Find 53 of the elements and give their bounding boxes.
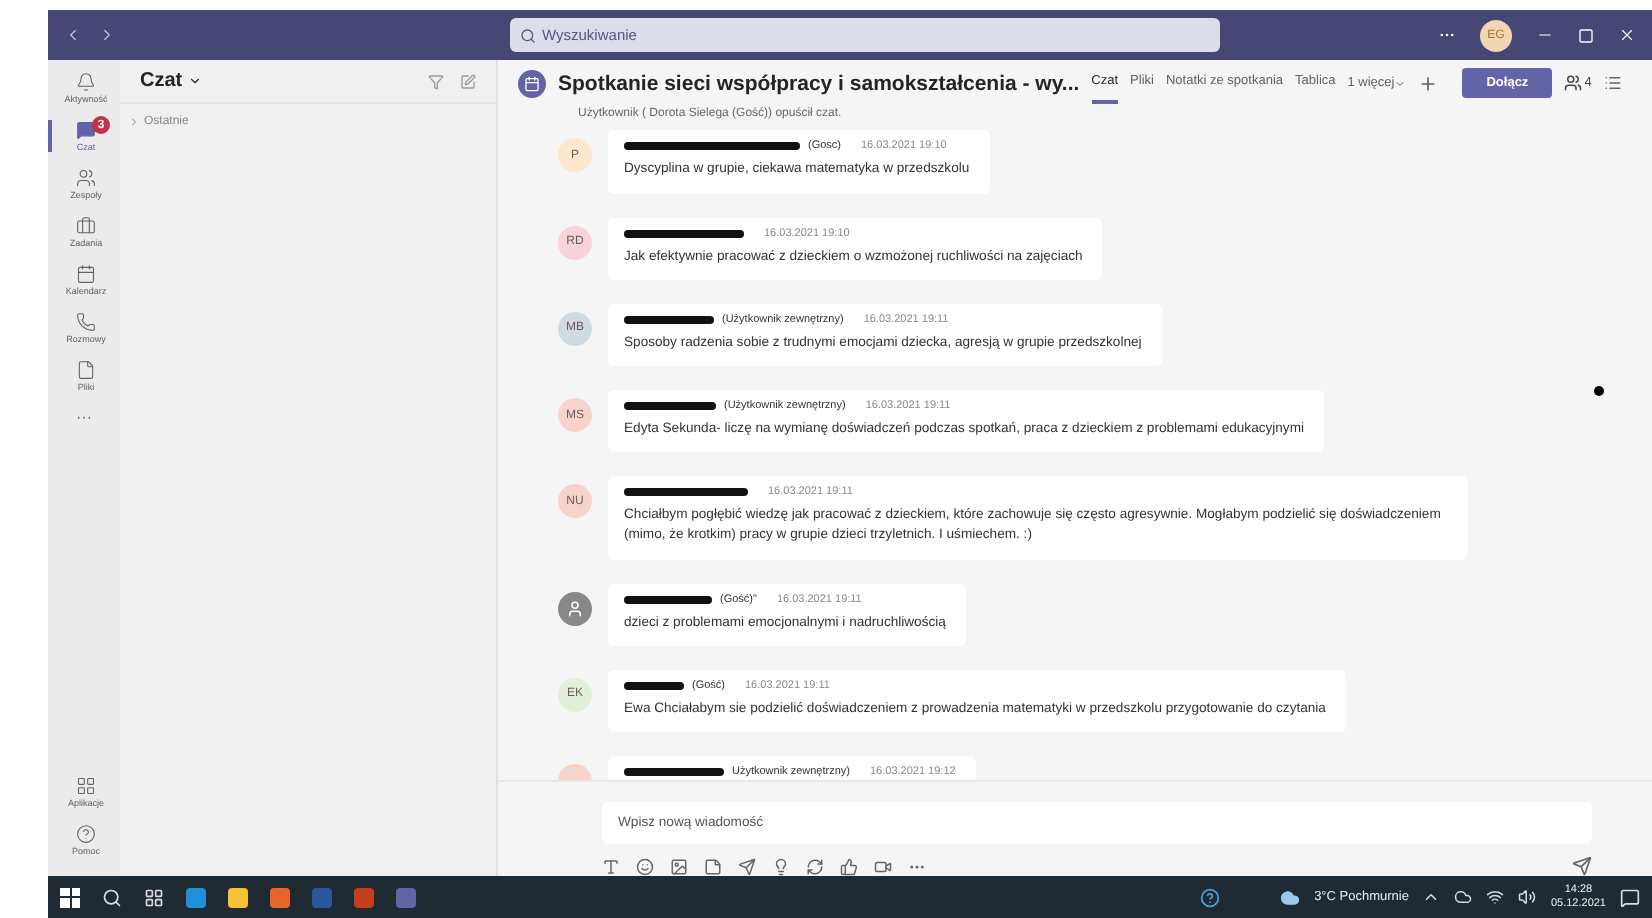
redaction-mark [624, 767, 724, 776]
chat-list-title[interactable]: Czat [140, 70, 203, 92]
start-icon[interactable] [60, 887, 80, 907]
gif-icon[interactable] [670, 857, 688, 875]
add-tab-icon[interactable] [1418, 73, 1439, 94]
video-icon[interactable] [874, 857, 892, 875]
emoji-icon[interactable] [636, 857, 654, 875]
send-arrow-icon[interactable] [738, 857, 756, 875]
redaction-mark [624, 315, 714, 324]
calendar-icon [76, 264, 96, 284]
task-view-icon[interactable] [144, 887, 164, 907]
person-icon [566, 599, 584, 618]
chevron-down-icon [188, 74, 203, 88]
dot-mark [1594, 386, 1604, 397]
format-icon[interactable] [602, 857, 620, 875]
forward-icon[interactable] [98, 26, 116, 44]
network-icon[interactable] [1486, 888, 1505, 906]
backpack-icon [76, 216, 96, 236]
sticker-icon[interactable] [704, 857, 722, 875]
more-apps-button[interactable]: ··· [76, 408, 92, 426]
chat-bubble-icon [76, 120, 96, 140]
redaction-mark [624, 595, 712, 604]
file-icon [76, 360, 96, 380]
help-icon[interactable] [1200, 887, 1221, 907]
search-icon [520, 27, 536, 43]
chevron-down-icon [1394, 77, 1407, 90]
cloud-icon[interactable] [1280, 887, 1301, 907]
grid-icon [76, 776, 96, 796]
bell-icon [76, 72, 96, 92]
calendar-icon [524, 75, 540, 92]
notification-icon[interactable] [1620, 887, 1640, 907]
meeting-title: Spotkanie sieci współpracy i samokształcenia - wy... [558, 71, 1080, 96]
thumbs-up-icon[interactable] [840, 857, 858, 875]
speaker-icon[interactable] [1518, 888, 1537, 906]
redaction-mark [624, 681, 684, 690]
loop-icon[interactable] [806, 857, 824, 875]
lightbulb-icon[interactable] [772, 857, 790, 875]
people-icon [76, 168, 96, 188]
close-icon[interactable] [1618, 26, 1636, 44]
redaction-mark [624, 229, 744, 238]
maximize-icon[interactable] [1578, 27, 1594, 43]
redaction-mark [624, 488, 748, 497]
phone-icon [76, 312, 96, 332]
cloud-icon[interactable] [1454, 888, 1473, 906]
caret-icon [128, 116, 140, 128]
back-icon[interactable] [64, 26, 82, 44]
search-icon[interactable] [102, 887, 122, 907]
people-icon [1564, 74, 1583, 93]
chevron-up-icon[interactable] [1422, 888, 1441, 906]
redaction-mark [624, 402, 716, 411]
send-icon[interactable] [1572, 856, 1592, 876]
help-icon [76, 824, 96, 844]
list-icon[interactable] [1603, 74, 1622, 93]
